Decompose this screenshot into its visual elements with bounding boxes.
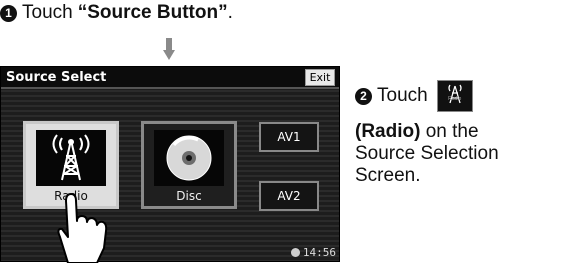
radio-thumbnail-label: Radio (448, 96, 462, 102)
disc-icon-frame (154, 130, 224, 186)
step-1-number: 1 (0, 4, 17, 22)
step-2-line3: Source Selection (355, 143, 499, 164)
step-2-line4: Screen. (355, 165, 421, 186)
av2-button[interactable]: AV2 (259, 181, 319, 211)
screen-title: Source Select (6, 70, 107, 85)
exit-button[interactable]: Exit (305, 69, 335, 86)
radio-tower-icon (52, 134, 90, 181)
disc-icon (166, 135, 212, 181)
step-1-text: Touch (22, 2, 73, 23)
step-2-number: 2 (355, 87, 372, 105)
disc-source-button[interactable]: Disc (141, 121, 237, 209)
step-1-suffix: . (227, 2, 233, 23)
step-2-radio-bold: (Radio) (355, 121, 421, 142)
clock: 14:56 (290, 246, 336, 259)
step-1-instruction: 1 Touch “Source Button” . (0, 2, 233, 24)
av1-button[interactable]: AV1 (259, 122, 319, 152)
title-bar: Source Select Exit (1, 67, 339, 89)
step-2-text: Touch (377, 85, 428, 106)
hand-pointer-icon (57, 193, 108, 263)
step-1-button-name: “Source Button” (77, 2, 228, 23)
step-2-first-line: 2 Touch Radio (355, 80, 555, 112)
step-2-description: (Radio) on the Source Selection Screen. (355, 121, 555, 187)
clock-time: 14:56 (302, 246, 336, 259)
step-2-rest: on the (420, 121, 479, 142)
radio-thumbnail-icon: Radio (436, 80, 473, 112)
disc-label: Disc (176, 189, 202, 203)
down-arrow-icon (163, 38, 175, 60)
step-2-instruction: 2 Touch Radio (Radio) on the Source Sele… (355, 80, 555, 187)
clock-icon (290, 248, 300, 257)
radio-icon-frame (36, 130, 106, 186)
